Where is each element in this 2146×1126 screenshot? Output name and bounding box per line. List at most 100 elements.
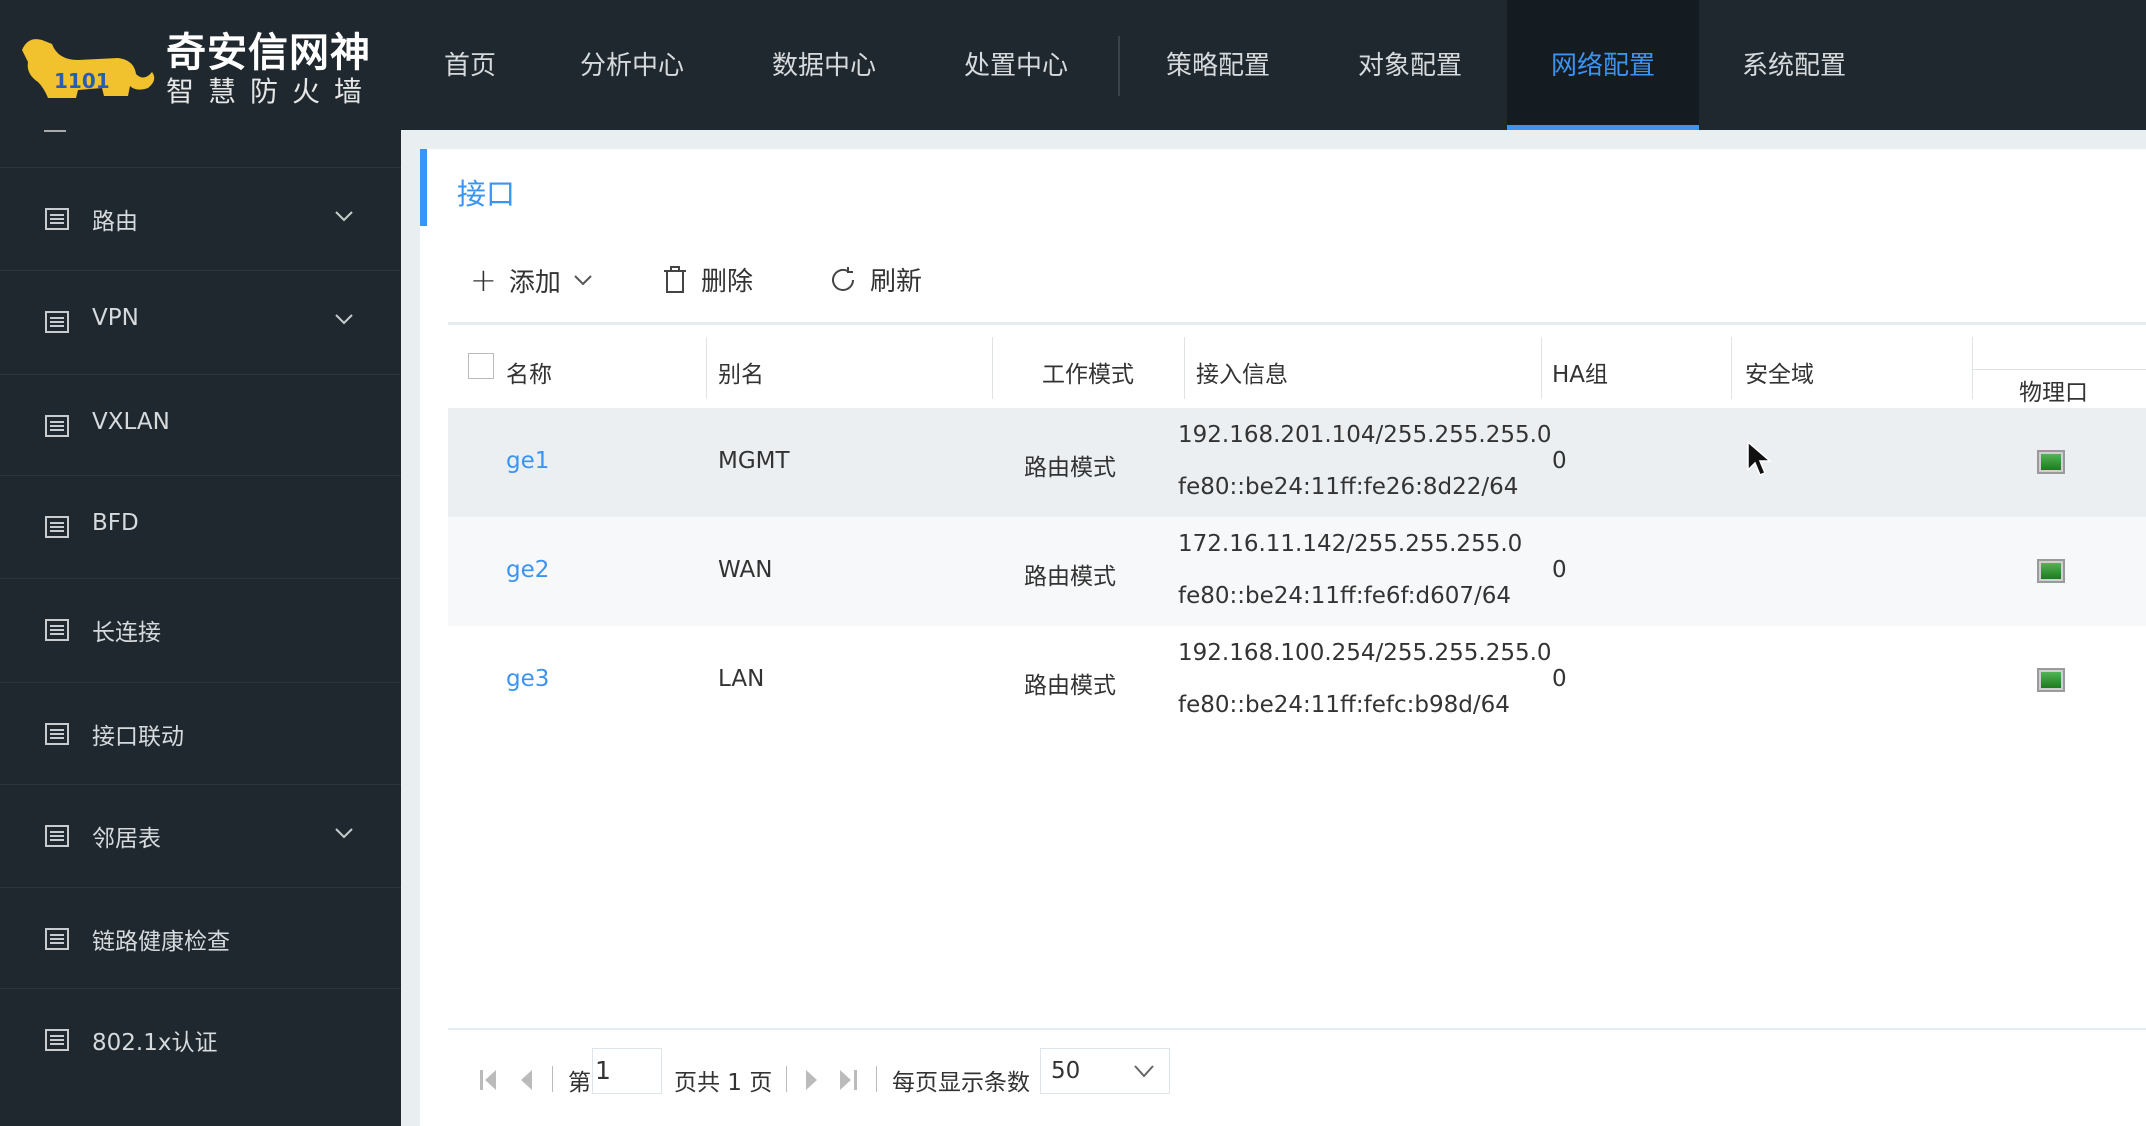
nav-analysis[interactable]: 分析中心 (560, 0, 704, 130)
col-resizer[interactable] (706, 337, 707, 399)
mouse-cursor-icon (1747, 440, 1773, 476)
chevron-down-icon (335, 314, 353, 325)
sidebar-item-label: BFD (92, 510, 139, 536)
page-size-select[interactable]: 50 (1040, 1048, 1170, 1094)
ipv6-cell: fe80::be24:11ff:fe6f:d607/64 (1178, 583, 1512, 609)
col-resizer[interactable] (1731, 337, 1732, 399)
col-ha[interactable]: HA组 (1552, 355, 1608, 389)
sidebar-item-link-health[interactable]: 链路健康检查 (0, 887, 401, 989)
sidebar-item-long-connection[interactable]: 长连接 (0, 578, 401, 680)
ipv6-cell: fe80::be24:11ff:fefc:b98d/64 (1178, 692, 1510, 718)
refresh-icon (832, 266, 854, 291)
col-physical[interactable]: 物理口 (2019, 373, 2088, 407)
col-resizer[interactable] (1972, 337, 1973, 399)
refresh-label: 刷新 (870, 267, 923, 297)
sidebar-item-label: 接口联动 (92, 724, 184, 750)
table-row[interactable]: ge3 LAN 路由模式 192.168.100.254/255.255.255… (448, 626, 2146, 735)
sidebar-item-bfd[interactable]: BFD (0, 475, 401, 577)
first-page-icon[interactable] (478, 1068, 500, 1092)
table-header: 名称 别名 工作模式 接入信息 HA组 安全域 物理口 (448, 322, 2146, 408)
sidebar-item-interface-linkage[interactable]: 接口联动 (0, 682, 401, 784)
sidebar-item-router[interactable]: 路由 (0, 167, 401, 269)
nav-policy[interactable]: 策略配置 (1146, 0, 1290, 130)
next-page-icon[interactable] (804, 1068, 820, 1092)
neighbor-table-icon (45, 825, 69, 847)
sidebar-item-vxlan[interactable]: VXLAN (0, 374, 401, 476)
interface-name-link[interactable]: ge3 (506, 666, 549, 692)
col-resizer[interactable] (1541, 337, 1542, 399)
router-icon (45, 208, 69, 230)
page-size-value: 50 (1051, 1058, 1081, 1084)
nav-data[interactable]: 数据中心 (752, 0, 896, 130)
ha-cell: 0 (1552, 557, 1567, 583)
col-name[interactable]: 名称 (506, 355, 552, 389)
sidebar-item-neighbor-table[interactable]: 邻居表 (0, 784, 401, 886)
nav-disposal[interactable]: 处置中心 (944, 0, 1088, 130)
alias-cell: LAN (718, 666, 765, 692)
vxlan-icon (45, 415, 69, 437)
add-label: 添加 (508, 267, 561, 298)
page-total: 页共 1 页 (674, 1070, 773, 1096)
sidebar-item-auth[interactable]: 802.1x认证 (0, 988, 401, 1090)
page-size-label: 每页显示条数 (892, 1070, 1030, 1096)
group-header-divider (1972, 369, 2146, 370)
sidebar-item-label: 邻居表 (92, 826, 161, 852)
prev-page-icon[interactable] (518, 1068, 534, 1092)
col-resizer[interactable] (992, 337, 993, 399)
tiger-logo-icon: 1101 (22, 39, 155, 98)
mode-cell: 路由模式 (1024, 455, 1116, 481)
ha-cell: 0 (1552, 666, 1567, 692)
col-zone[interactable]: 安全域 (1745, 355, 1814, 389)
sidebar-item-vpn[interactable]: VPN (0, 270, 401, 372)
sidebar-item-label: VPN (92, 305, 139, 331)
sidebar-item-label: 长连接 (92, 620, 161, 646)
select-all-checkbox[interactable] (468, 353, 494, 379)
col-access[interactable]: 接入信息 (1196, 355, 1288, 389)
pager-divider (786, 1066, 787, 1092)
chevron-down-icon (574, 275, 592, 286)
collapse-handle-icon[interactable] (44, 130, 66, 132)
mode-cell: 路由模式 (1024, 673, 1116, 699)
main-panel: 接口 + 添加 删除 刷新 名称 别名 工作模式 接入信息 HA组 安全域 物理… (420, 149, 2146, 1126)
link-health-icon (45, 928, 69, 950)
col-alias[interactable]: 别名 (718, 355, 764, 389)
nav-home[interactable]: 首页 (420, 0, 520, 130)
port-status-icon (2037, 559, 2065, 583)
sidebar-item-label: 链路健康检查 (92, 929, 230, 955)
sidebar-item-label: 路由 (92, 209, 138, 235)
nav-object[interactable]: 对象配置 (1338, 0, 1482, 130)
interface-name-link[interactable]: ge2 (506, 557, 549, 583)
port-status-icon (2037, 450, 2065, 474)
nav-network[interactable]: 网络配置 (1507, 0, 1699, 130)
delete-label: 删除 (701, 267, 754, 297)
trash-icon (664, 265, 686, 293)
ipv4-cell: 192.168.201.104/255.255.255.0 (1178, 422, 1552, 448)
col-mode[interactable]: 工作模式 (1042, 355, 1134, 389)
table-row[interactable]: ge2 WAN 路由模式 172.16.11.142/255.255.255.0… (448, 517, 2146, 626)
interface-linkage-icon (45, 723, 69, 745)
long-connection-icon (45, 619, 69, 641)
nav-divider (1118, 36, 1120, 96)
alias-cell: WAN (718, 557, 773, 583)
mode-cell: 路由模式 (1024, 564, 1116, 590)
top-bar: 1101 奇安信网神 智慧防火墙 首页 分析中心 数据中心 处置中心 策略配置 … (0, 0, 2146, 130)
add-button[interactable]: + 添加 (470, 261, 593, 299)
delete-button[interactable]: 删除 (661, 261, 753, 298)
table-row[interactable]: ge1 MGMT 路由模式 192.168.201.104/255.255.25… (448, 408, 2146, 517)
pager-divider (552, 1066, 553, 1092)
col-resizer[interactable] (1184, 337, 1185, 399)
chevron-down-icon (1134, 1065, 1154, 1078)
ha-cell: 0 (1552, 448, 1567, 474)
ipv4-cell: 192.168.100.254/255.255.255.0 (1178, 640, 1552, 666)
interface-name-link[interactable]: ge1 (506, 448, 549, 474)
refresh-button[interactable]: 刷新 (828, 261, 922, 298)
sidebar-item-label: 802.1x认证 (92, 1030, 218, 1056)
last-page-icon[interactable] (838, 1068, 860, 1092)
ipv6-cell: fe80::be24:11ff:fe26:8d22/64 (1178, 474, 1519, 500)
pagination: 第 1 页共 1 页 每页显示条数 50 (448, 1028, 2146, 1126)
page-number-input[interactable]: 1 (592, 1048, 662, 1094)
svg-text:1101: 1101 (54, 69, 110, 93)
nav-system[interactable]: 系统配置 (1722, 0, 1866, 130)
chevron-down-icon (335, 211, 353, 222)
page-title: 接口 (457, 177, 516, 211)
